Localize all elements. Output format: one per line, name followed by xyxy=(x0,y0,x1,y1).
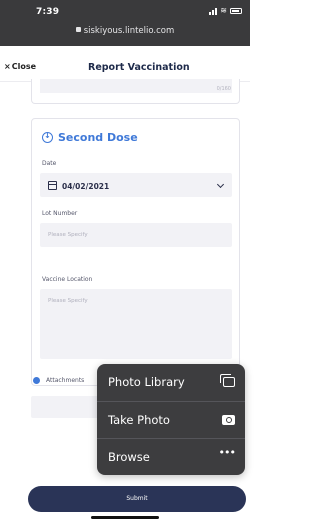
close-button[interactable]: ×Close xyxy=(4,62,36,71)
second-dose-card: Second Dose Date 04/02/2021 Lot Number P… xyxy=(31,118,240,386)
date-value: 04/02/2021 xyxy=(62,182,110,191)
take-photo-label: Take Photo xyxy=(108,413,170,427)
submit-button[interactable]: Submit xyxy=(28,486,246,512)
previous-textarea[interactable] xyxy=(40,79,232,93)
lock-icon xyxy=(75,27,81,32)
url-bar[interactable]: siskiyous.lintelio.com xyxy=(0,26,250,36)
attachments-row: Attachments xyxy=(33,377,84,384)
menu-item-photo-library[interactable]: Photo Library xyxy=(97,364,245,401)
close-icon: × xyxy=(4,62,11,71)
info-icon xyxy=(33,377,40,384)
battery-icon xyxy=(230,8,242,14)
lot-number-input[interactable]: Please Specify xyxy=(40,223,232,247)
status-bar: 7:39 ≋ siskiyous.lintelio.com xyxy=(0,0,250,46)
second-dose-title: Second Dose xyxy=(58,131,138,144)
date-select[interactable]: 04/02/2021 xyxy=(40,173,232,197)
menu-item-browse[interactable]: Browse ••• xyxy=(97,438,245,475)
chevron-down-icon xyxy=(216,180,225,189)
vaccine-location-label: Vaccine Location xyxy=(42,276,93,283)
attachments-label: Attachments xyxy=(46,377,85,384)
date-label: Date xyxy=(42,160,57,167)
char-counter: 0/160 xyxy=(216,86,231,92)
attachment-action-menu: Photo Library Take Photo Browse ••• xyxy=(97,364,245,475)
lot-number-label: Lot Number xyxy=(42,210,78,217)
vaccine-location-placeholder: Please Specify xyxy=(48,298,88,304)
download-circle-icon xyxy=(42,131,53,143)
page-title: Report Vaccination xyxy=(88,62,190,73)
page-header: ×Close Report Vaccination xyxy=(0,46,250,82)
menu-item-take-photo[interactable]: Take Photo xyxy=(97,401,245,438)
vaccine-location-input[interactable]: Please Specify xyxy=(40,289,232,359)
ellipsis-icon: ••• xyxy=(218,446,236,459)
second-dose-header: Second Dose xyxy=(42,131,138,144)
photo-library-label: Photo Library xyxy=(108,375,185,389)
url-text: siskiyous.lintelio.com xyxy=(83,26,175,36)
photo-library-icon xyxy=(220,374,235,387)
lot-number-placeholder: Please Specify xyxy=(48,232,88,238)
calendar-icon xyxy=(48,181,57,190)
previous-section-card: 0/160 xyxy=(31,79,240,104)
browse-label: Browse xyxy=(108,450,150,464)
close-label: Close xyxy=(11,62,36,71)
status-time: 7:39 xyxy=(36,7,60,17)
camera-icon xyxy=(222,415,235,425)
wifi-icon: ≋ xyxy=(220,6,227,15)
status-icons: ≋ xyxy=(209,7,242,15)
signal-icon xyxy=(209,7,218,15)
home-indicator xyxy=(91,516,159,519)
